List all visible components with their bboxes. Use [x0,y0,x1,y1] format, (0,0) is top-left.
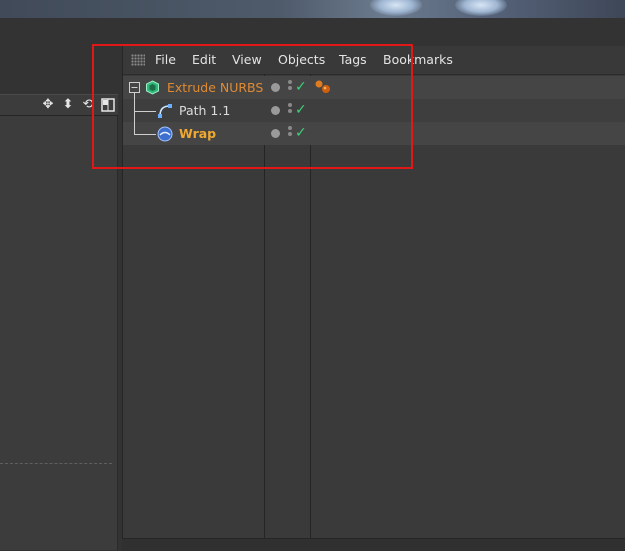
up-down-arrow-icon[interactable]: ⬍ [60,96,76,114]
move-icon[interactable]: ✥ [40,96,56,114]
background-highlight [455,0,507,16]
viewport-canvas[interactable] [0,116,118,550]
panel-bottom-strip [122,538,625,551]
viewport-grid-line [0,463,112,464]
annotation-highlight-box [92,44,413,169]
window-top-strip [0,0,625,18]
background-highlight [370,0,422,16]
